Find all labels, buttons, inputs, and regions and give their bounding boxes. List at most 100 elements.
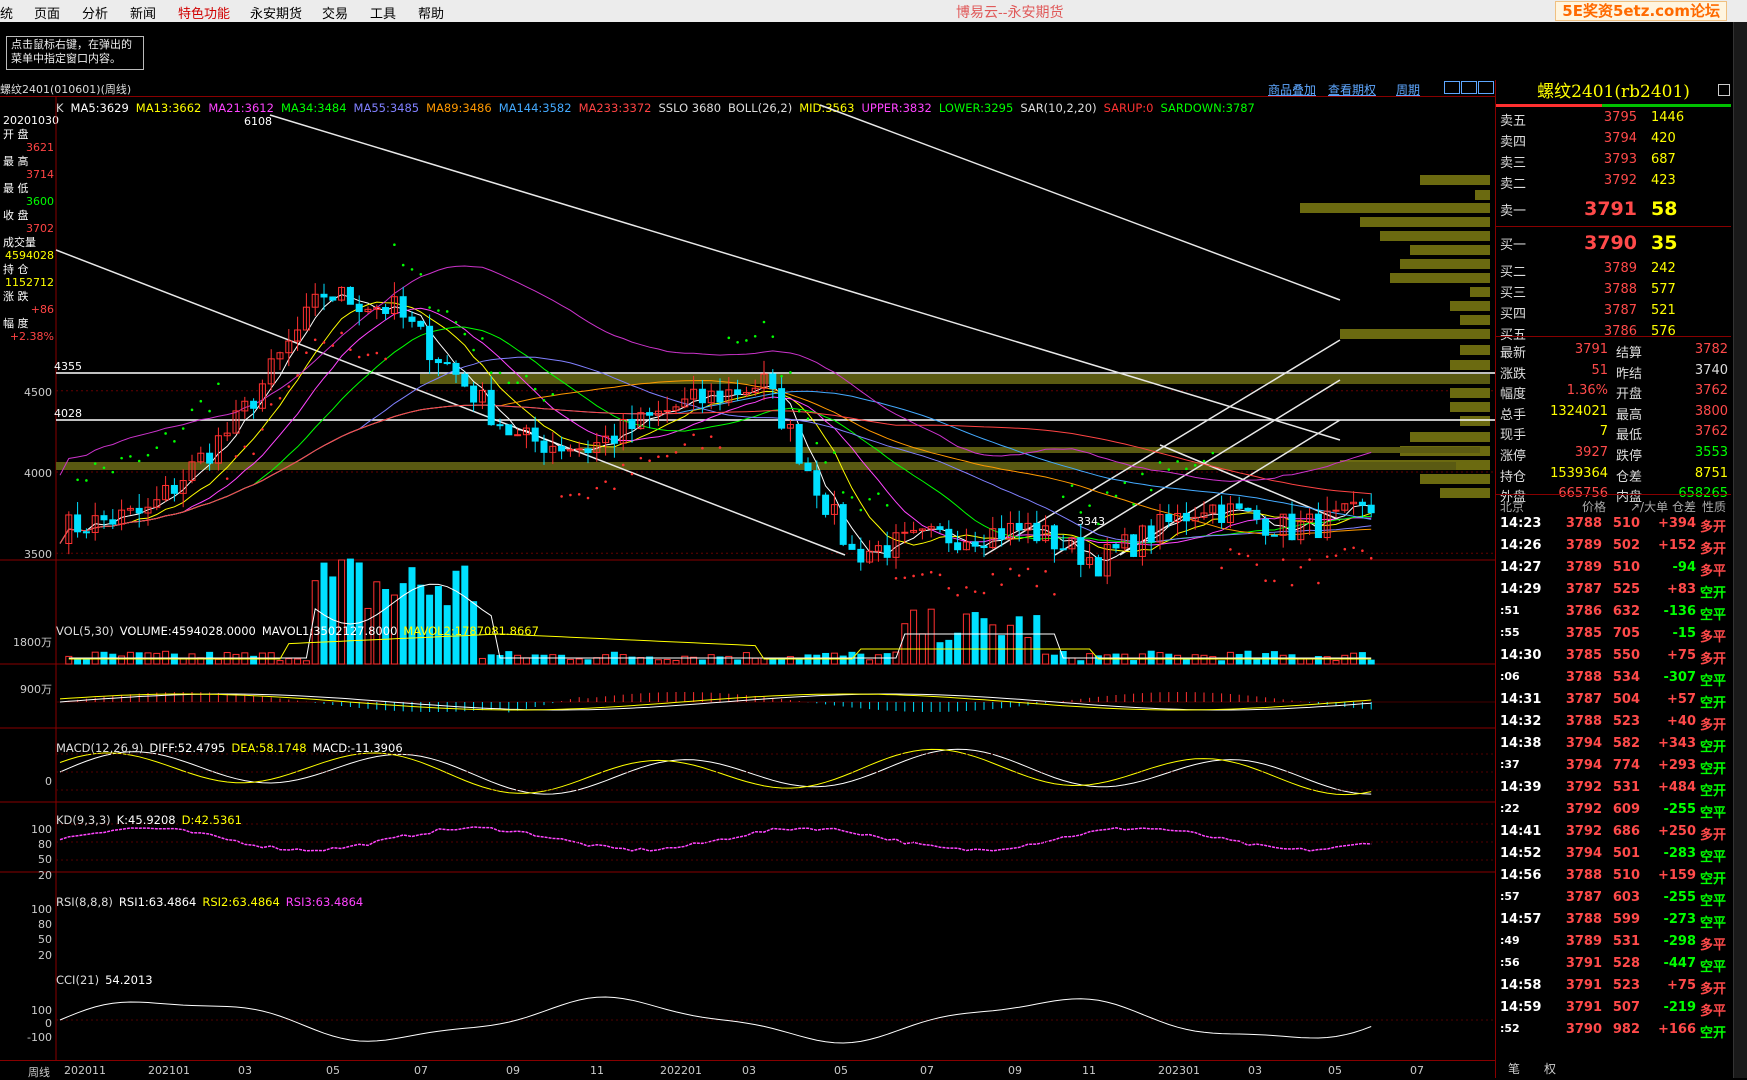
candle-body xyxy=(998,528,1006,540)
candle-body xyxy=(610,435,618,444)
symbol-label: 螺纹2401(010601)(周线) xyxy=(0,83,132,96)
kline-chart[interactable]: 4355402861083343 xyxy=(0,96,1495,1060)
tick-t: 14:58 xyxy=(1500,978,1542,993)
tick-header-cell: 价格 xyxy=(1582,500,1607,514)
volume-bar xyxy=(1182,658,1190,665)
candle-body xyxy=(1130,534,1138,557)
volume-profile-band xyxy=(420,374,1490,384)
volume-bar xyxy=(461,565,469,665)
stat-row: 持仓 1539364 仓差 8751 xyxy=(1496,466,1731,486)
volume-bar xyxy=(540,654,548,665)
volume-bar xyxy=(813,654,821,665)
date-tick: 11 xyxy=(590,1064,604,1077)
menu-item-system[interactable]: 统 xyxy=(0,3,13,22)
sar-dot xyxy=(1158,461,1162,464)
sar-dot xyxy=(76,478,79,482)
sar-dot xyxy=(1299,565,1303,569)
tick-row: :06 3788 534 -307 空平 xyxy=(1496,668,1731,690)
tick-row: :51 3786 632 -136 空平 xyxy=(1496,602,1731,624)
tick-row: 14:56 3788 510 +159 空开 xyxy=(1496,866,1731,888)
price-tick-3500: 3500 xyxy=(24,548,52,561)
candle-body xyxy=(1165,513,1173,523)
menu-item-trade[interactable]: 交易 xyxy=(322,3,348,22)
sar-dot xyxy=(692,433,695,437)
rsi-tick-50: 50 xyxy=(38,933,52,946)
menu-item-features[interactable]: 特色功能 xyxy=(178,3,230,22)
tick-v: 582 xyxy=(1612,736,1640,751)
volume-profile-bar xyxy=(1360,217,1490,227)
candle-body xyxy=(1332,509,1340,512)
brand-logo: 5E奖资5etz.com论坛 xyxy=(1555,1,1727,21)
volume-bar xyxy=(698,659,706,665)
sar-dot xyxy=(190,408,194,412)
candle-body xyxy=(1218,504,1226,523)
sar-dot xyxy=(357,355,361,359)
rsi-label: RSI(8,8,8) RSI1:63.4864 RSI2:63.4864 RSI3:6… xyxy=(56,895,369,909)
sar-dot xyxy=(727,336,731,340)
tab-rights[interactable]: 权 xyxy=(1544,1060,1556,1077)
candle-body xyxy=(408,316,416,322)
panel-tabs: 笔 权 xyxy=(1496,1060,1731,1076)
menu-item-tools[interactable]: 工具 xyxy=(370,3,396,22)
tab-trades[interactable]: 笔 xyxy=(1508,1060,1520,1077)
tick-row: 14:26 3789 502 +152 多开 xyxy=(1496,536,1731,558)
window-restore-icon[interactable] xyxy=(1461,81,1477,94)
sar-dot xyxy=(1053,593,1056,596)
candle-body xyxy=(804,462,812,472)
tick-p: 3791 xyxy=(1565,1000,1602,1015)
sar-dot xyxy=(85,479,88,482)
window-maximize-icon[interactable] xyxy=(1478,81,1494,94)
volume-profile-bar xyxy=(1400,259,1490,269)
candle-body xyxy=(778,388,786,429)
volume-bar xyxy=(1024,637,1032,665)
tick-p: 3790 xyxy=(1565,1022,1602,1037)
tick-d: +293 xyxy=(1657,758,1696,773)
bid-ask-ratio-bar xyxy=(1496,104,1731,107)
stat-a: 总手 xyxy=(1500,407,1527,423)
candle-body xyxy=(628,418,636,430)
menu-item-help[interactable]: 帮助 xyxy=(418,3,444,22)
candle-body xyxy=(382,307,390,314)
ask-row: 卖一 3791 58 xyxy=(1496,198,1731,220)
menu-item-news[interactable]: 新闻 xyxy=(130,3,156,22)
tick-header-cell: ↗/大单 xyxy=(1630,500,1669,514)
candle-body xyxy=(822,494,830,515)
rsi-line xyxy=(59,826,1372,852)
kd-tick-100: 100 xyxy=(31,823,52,836)
scrollbar[interactable] xyxy=(1733,22,1747,1078)
tick-t: 14:23 xyxy=(1500,516,1542,531)
tick-row: 14:27 3789 510 -94 多平 xyxy=(1496,558,1731,580)
stat-b: 1.36% xyxy=(1566,383,1608,399)
candle-body xyxy=(1077,537,1085,565)
tick-p: 3792 xyxy=(1565,780,1602,795)
candle-body xyxy=(954,542,962,551)
date-tick: 202101 xyxy=(148,1064,190,1077)
menu-item-page[interactable]: 页面 xyxy=(34,3,60,22)
sar-dot xyxy=(481,337,484,340)
tick-k: 空开 xyxy=(1700,740,1727,755)
sar-dot xyxy=(833,451,836,454)
sar-dot xyxy=(859,508,863,512)
menu-item-analysis[interactable]: 分析 xyxy=(82,3,108,22)
tick-v: 603 xyxy=(1612,890,1640,905)
sar-dot xyxy=(542,399,546,402)
volume-bar xyxy=(1086,653,1094,665)
tick-v: 523 xyxy=(1612,978,1640,993)
tick-t: 14:32 xyxy=(1500,714,1542,729)
tick-v: 510 xyxy=(1612,516,1640,531)
panel-menu-icon[interactable] xyxy=(1718,84,1730,96)
sar-dot xyxy=(269,403,273,406)
window-shrink-icon[interactable] xyxy=(1444,81,1460,94)
candle-body xyxy=(857,548,865,563)
sar-dot xyxy=(331,344,335,347)
tick-t: 14:52 xyxy=(1500,846,1542,861)
tick-row: 14:38 3794 582 +343 空开 xyxy=(1496,734,1731,756)
sar-dot xyxy=(850,496,854,499)
sar-dot xyxy=(1273,579,1276,583)
sar-dot xyxy=(1264,579,1267,583)
menu-item-yongan[interactable]: 永安期货 xyxy=(250,3,302,22)
candle-body xyxy=(1015,522,1023,531)
candle-body xyxy=(540,440,548,453)
volume-bar xyxy=(531,654,539,665)
candle-body xyxy=(646,412,654,416)
